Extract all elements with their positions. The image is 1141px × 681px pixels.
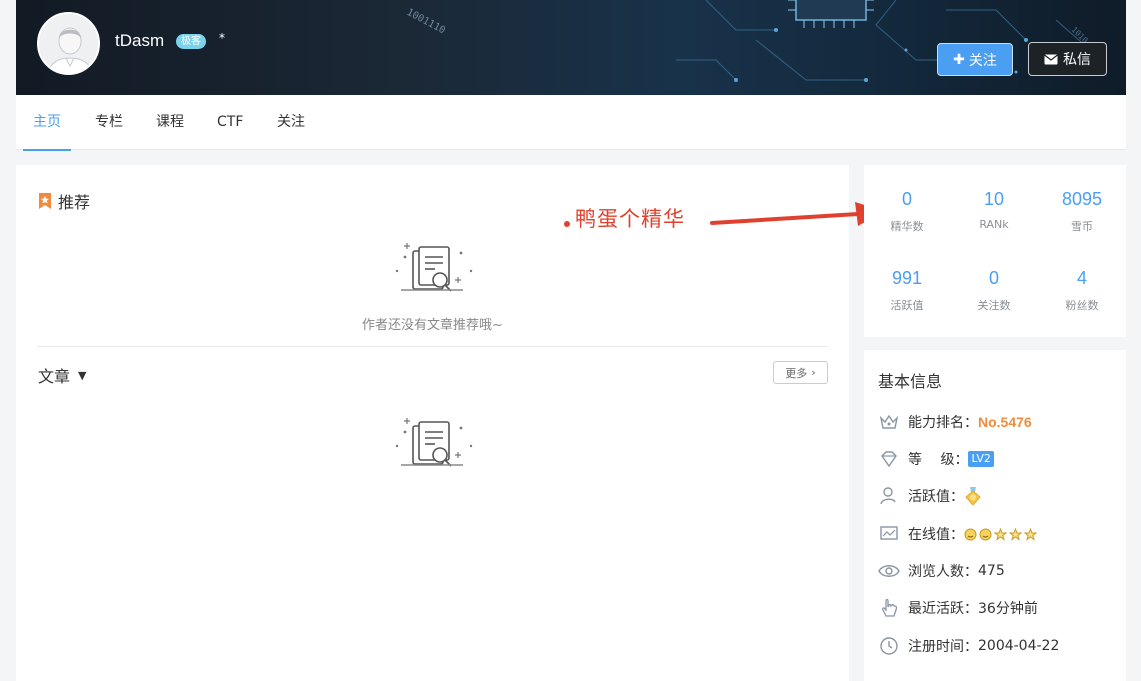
tab-following[interactable]: 关注: [277, 95, 305, 150]
user-activity-icon: [878, 485, 900, 507]
profile-tabs: 主页 专栏 课程 CTF 关注: [16, 95, 1126, 151]
stat-snow-coin[interactable]: 8095 雪币: [1039, 189, 1125, 234]
sun-face-icon: [979, 528, 992, 540]
recommend-empty-text: 作者还没有文章推荐哦~: [362, 318, 503, 333]
tab-ctf[interactable]: CTF: [217, 95, 243, 150]
crown-icon: [878, 411, 900, 433]
tab-column[interactable]: 专栏: [95, 95, 123, 150]
star-icon: [994, 527, 1007, 541]
articles-section-title[interactable]: 文章 ▼: [38, 363, 86, 387]
plus-icon: ✚: [953, 51, 965, 68]
medal-icon: [965, 487, 981, 506]
diamond-icon: [878, 448, 900, 470]
envelope-icon: [1044, 54, 1058, 64]
star-icon: *: [219, 31, 225, 45]
info-row-activity: 活跃值：: [878, 485, 982, 507]
chevron-right-icon: ›: [811, 366, 816, 379]
stats-card: 0 精华数 10 RANk 8095 雪币 991 活跃值 0 关注数 4 粉丝…: [864, 165, 1126, 337]
stat-rank[interactable]: 10 RANk: [951, 189, 1037, 231]
basic-info-card: 基本信息 能力排名： No.5476 等 级： LV2 活跃值： 在线值： 浏览…: [864, 350, 1126, 681]
hand-pointer-icon: [878, 597, 900, 619]
recommend-section-title: 推荐: [38, 189, 90, 213]
info-row-rank: 能力排名： No.5476: [878, 411, 1032, 433]
stat-followers[interactable]: 4 粉丝数: [1039, 268, 1125, 313]
username[interactable]: tDasm: [115, 31, 164, 51]
star-icon: [1009, 527, 1022, 541]
sun-face-icon: [964, 528, 977, 540]
profile-banner: 1001110 1010 tDasm 极客 * ✚ 关注 私信: [16, 0, 1126, 95]
tab-home[interactable]: 主页: [23, 95, 71, 151]
section-divider: [37, 346, 828, 347]
empty-document-icon: [395, 243, 473, 292]
tab-courses[interactable]: 课程: [156, 95, 184, 150]
clock-icon: [878, 635, 900, 657]
geek-badge: 极客: [176, 34, 206, 49]
stat-essence[interactable]: 0 精华数: [864, 189, 950, 234]
message-button[interactable]: 私信: [1028, 42, 1107, 76]
online-level-icons: [964, 527, 1037, 541]
eye-icon: [878, 560, 900, 582]
monitor-icon: [878, 523, 900, 545]
info-row-registered: 注册时间： 2004-04-22: [878, 635, 1059, 657]
info-row-last-active: 最近活跃： 36分钟前: [878, 597, 1038, 619]
banner-binary-text: 1001110: [405, 7, 447, 37]
basic-info-title: 基本信息: [878, 372, 943, 391]
bookmark-icon: [39, 193, 51, 209]
stat-following[interactable]: 0 关注数: [951, 268, 1037, 313]
info-row-online: 在线值：: [878, 523, 1037, 545]
more-button[interactable]: 更多 ›: [773, 361, 828, 384]
info-row-views: 浏览人数： 475: [878, 560, 1005, 582]
star-icon: [1024, 527, 1037, 541]
follow-button[interactable]: ✚ 关注: [937, 43, 1013, 76]
caret-down-icon: ▼: [78, 368, 87, 382]
info-row-level: 等 级： LV2: [878, 448, 994, 470]
avatar[interactable]: [37, 12, 100, 75]
stat-activity[interactable]: 991 活跃值: [864, 268, 950, 313]
annotation-dot: [564, 221, 570, 227]
main-panel: 推荐 作者还没有文章推荐哦~ 文章 ▼ 更多 ›: [16, 165, 849, 681]
empty-document-icon: [395, 418, 473, 467]
annotation-text: 鸭蛋个精华: [575, 207, 685, 231]
